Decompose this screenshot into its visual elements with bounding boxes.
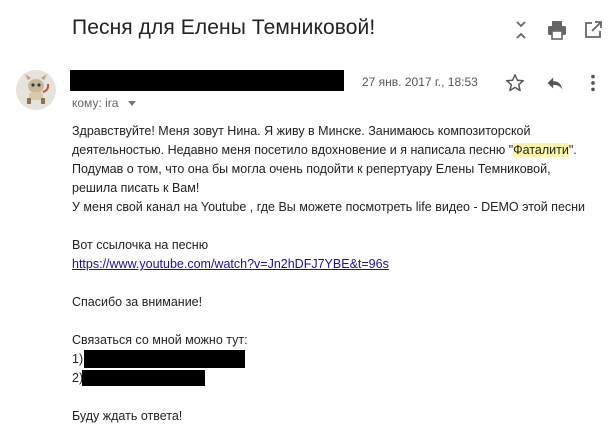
body-gap — [72, 274, 612, 293]
body-line-5: У меня свой канал на Youtube , где Вы мо… — [72, 200, 586, 214]
sender-avatar[interactable] — [16, 70, 56, 110]
highlighted-song-title: Фаталити — [513, 143, 569, 157]
closing-line: Буду ждать ответа! — [72, 409, 183, 423]
body-line-2-text: деятельностью. Недавно меня посетило вдо… — [72, 143, 514, 157]
link-intro: Вот ссылочка на песню — [72, 238, 209, 252]
body-gap — [72, 217, 612, 236]
body-line-2-end: ". — [568, 143, 577, 157]
recipient-line: кому: ira — [72, 96, 136, 110]
collapse-all-icon[interactable] — [509, 18, 533, 42]
recipient-name: ira — [105, 96, 119, 110]
print-icon[interactable] — [545, 18, 569, 42]
thread-toolbar — [497, 18, 607, 44]
email-body: Здравствуйте! Меня зовут Нина. Я живу в … — [72, 122, 612, 426]
contact-line-1: 1) — [72, 350, 612, 369]
redacted-contact-1 — [84, 350, 245, 368]
recipient-prefix: кому: — [72, 96, 102, 110]
youtube-link[interactable]: https://www.youtube.com/watch?v=Jn2hDFJ7… — [72, 257, 389, 271]
star-icon[interactable] — [504, 72, 526, 94]
thanks-line: Спасибо за внимание! — [72, 295, 203, 309]
reply-icon[interactable] — [544, 72, 566, 94]
more-vert-icon[interactable] — [582, 72, 604, 94]
youtube-link-line: https://www.youtube.com/watch?v=Jn2hDFJ7… — [72, 255, 612, 274]
email-subject: Песня для Елены Темниковой! — [72, 16, 376, 39]
subject-row: Песня для Елены Темниковой! — [72, 16, 607, 46]
redacted-contact-2 — [82, 370, 205, 386]
body-line-greeting: Здравствуйте! Меня зовут Нина. Я живу в … — [72, 124, 531, 138]
contact-intro: Связаться со мной можно тут: — [72, 333, 248, 347]
body-gap — [72, 388, 612, 407]
show-details-caret-icon[interactable] — [127, 101, 136, 107]
open-in-new-window-icon[interactable] — [581, 18, 605, 42]
body-line-4: решила писать к Вам! — [72, 181, 200, 195]
email-date: 27 янв. 2017 г., 18:53 — [362, 75, 478, 89]
body-line-2: деятельностью. Недавно меня посетило вдо… — [72, 141, 612, 160]
body-line-3: Подумав о том, что она бы могла очень по… — [72, 162, 551, 176]
contact-line-2: 2) — [72, 369, 612, 388]
redacted-sender-name — [70, 70, 344, 91]
contact-1-label: 1) — [72, 352, 84, 366]
avatar-image — [16, 70, 56, 110]
body-gap — [72, 312, 612, 331]
